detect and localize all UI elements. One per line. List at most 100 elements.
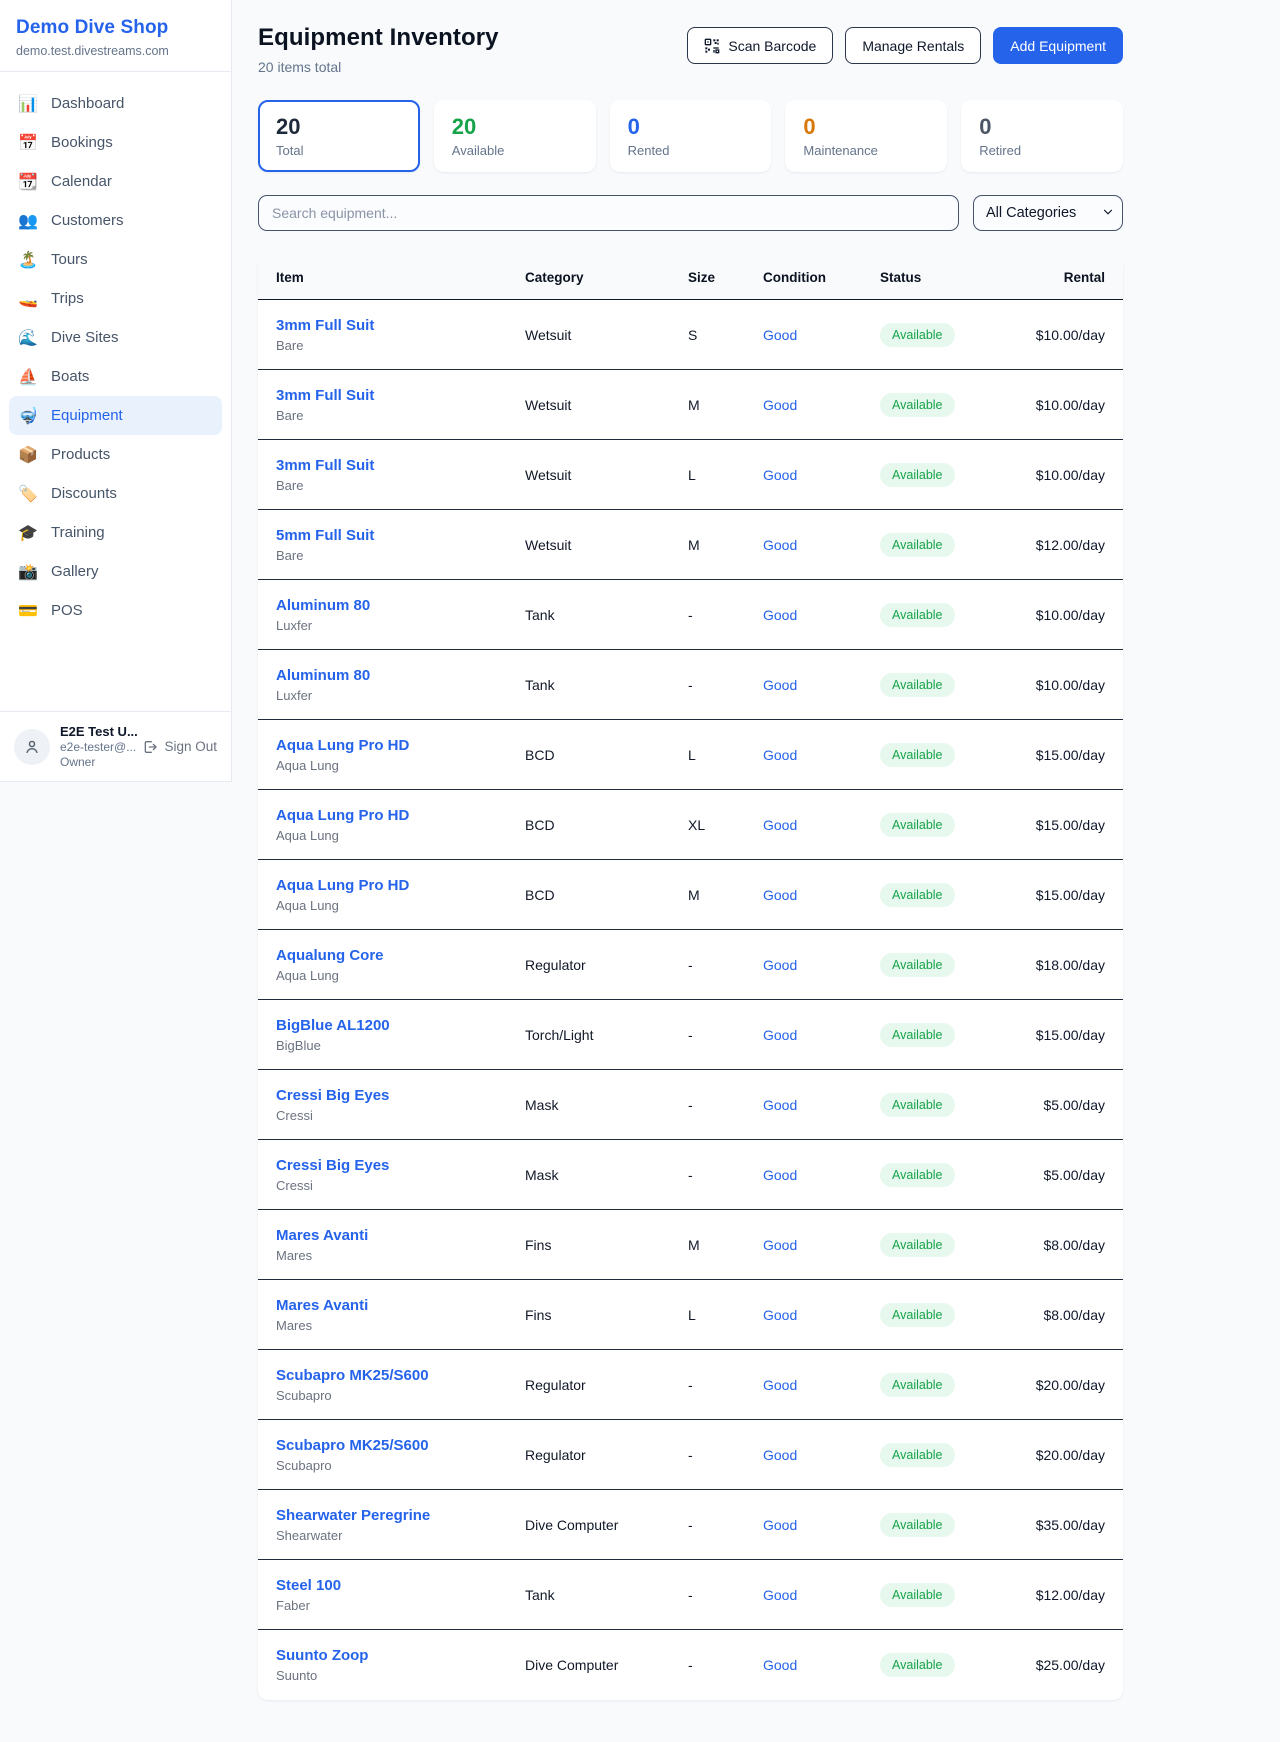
item-name-link[interactable]: Steel 100 [276, 1577, 525, 1594]
condition-link[interactable]: Good [763, 1517, 880, 1533]
stat-card-retired[interactable]: 0 Retired [961, 100, 1123, 172]
size-cell: - [688, 1167, 763, 1183]
sidebar-item-dashboard[interactable]: 📊 Dashboard [9, 84, 222, 123]
sidebar-item-bookings[interactable]: 📅 Bookings [9, 123, 222, 162]
stat-value: 20 [452, 114, 578, 140]
sidebar-item-tours[interactable]: 🏝️ Tours [9, 240, 222, 279]
item-name-link[interactable]: Cressi Big Eyes [276, 1087, 525, 1104]
column-header-size: Size [688, 270, 763, 285]
item-name-link[interactable]: Aluminum 80 [276, 667, 525, 684]
nav-label: Boats [51, 368, 89, 385]
condition-link[interactable]: Good [763, 1307, 880, 1323]
stat-value: 0 [803, 114, 929, 140]
sidebar-item-equipment[interactable]: 🤿 Equipment [9, 396, 222, 435]
size-cell: L [688, 1307, 763, 1323]
item-brand: Faber [276, 1598, 525, 1613]
nav-icon: 🏷️ [18, 484, 38, 504]
condition-link[interactable]: Good [763, 397, 880, 413]
sidebar-item-dive-sites[interactable]: 🌊 Dive Sites [9, 318, 222, 357]
condition-link[interactable]: Good [763, 817, 880, 833]
table-row: Shearwater Peregrine Shearwater Dive Com… [258, 1490, 1123, 1560]
add-equipment-label: Add Equipment [1010, 38, 1106, 54]
condition-link[interactable]: Good [763, 1237, 880, 1253]
sidebar-item-products[interactable]: 📦 Products [9, 435, 222, 474]
item-name-link[interactable]: Scubapro MK25/S600 [276, 1367, 525, 1384]
category-cell: BCD [525, 887, 688, 903]
condition-link[interactable]: Good [763, 677, 880, 693]
item-cell: Scubapro MK25/S600 Scubapro [276, 1367, 525, 1403]
sidebar-item-calendar[interactable]: 📆 Calendar [9, 162, 222, 201]
nav-label: Bookings [51, 134, 113, 151]
status-cell: Available [880, 1653, 1000, 1677]
brand-block: Demo Dive Shop demo.test.divestreams.com [0, 0, 231, 72]
item-name-link[interactable]: Aqua Lung Pro HD [276, 807, 525, 824]
table-row: 3mm Full Suit Bare Wetsuit S Good Availa… [258, 300, 1123, 370]
sidebar-item-training[interactable]: 🎓 Training [9, 513, 222, 552]
condition-link[interactable]: Good [763, 1447, 880, 1463]
item-name-link[interactable]: Aqualung Core [276, 947, 525, 964]
manage-rentals-button[interactable]: Manage Rentals [845, 27, 981, 64]
size-cell: - [688, 1027, 763, 1043]
item-name-link[interactable]: Mares Avanti [276, 1297, 525, 1314]
sidebar-item-gallery[interactable]: 📸 Gallery [9, 552, 222, 591]
add-equipment-button[interactable]: Add Equipment [993, 27, 1123, 64]
shop-domain: demo.test.divestreams.com [16, 44, 215, 58]
item-name-link[interactable]: Mares Avanti [276, 1227, 525, 1244]
item-cell: Steel 100 Faber [276, 1577, 525, 1613]
condition-link[interactable]: Good [763, 607, 880, 623]
stats-row: 20 Total 20 Available 0 Rented 0 Mainten… [258, 100, 1123, 172]
category-select[interactable]: All Categories [973, 195, 1123, 231]
stat-label: Rented [628, 143, 754, 158]
sidebar-item-trips[interactable]: 🚤 Trips [9, 279, 222, 318]
search-input[interactable] [258, 195, 959, 231]
table-row: Steel 100 Faber Tank - Good Available $1… [258, 1560, 1123, 1630]
sidebar-item-pos[interactable]: 💳 POS [9, 591, 222, 630]
table-row: BigBlue AL1200 BigBlue Torch/Light - Goo… [258, 1000, 1123, 1070]
stat-card-rented[interactable]: 0 Rented [610, 100, 772, 172]
sidebar-item-customers[interactable]: 👥 Customers [9, 201, 222, 240]
condition-link[interactable]: Good [763, 327, 880, 343]
condition-link[interactable]: Good [763, 1167, 880, 1183]
size-cell: - [688, 1517, 763, 1533]
item-name-link[interactable]: 3mm Full Suit [276, 317, 525, 334]
rental-cell: $25.00/day [1000, 1657, 1105, 1673]
item-brand: BigBlue [276, 1038, 525, 1053]
item-brand: Luxfer [276, 688, 525, 703]
condition-link[interactable]: Good [763, 747, 880, 763]
scan-barcode-button[interactable]: Scan Barcode [687, 27, 833, 64]
condition-link[interactable]: Good [763, 537, 880, 553]
manage-rentals-label: Manage Rentals [862, 38, 964, 54]
user-meta: E2E Test U... e2e-tester@... Owner [60, 724, 132, 769]
condition-link[interactable]: Good [763, 1377, 880, 1393]
rental-cell: $20.00/day [1000, 1447, 1105, 1463]
stat-card-total[interactable]: 20 Total [258, 100, 420, 172]
item-name-link[interactable]: Aluminum 80 [276, 597, 525, 614]
item-name-link[interactable]: Shearwater Peregrine [276, 1507, 525, 1524]
column-header-category: Category [525, 270, 688, 285]
item-cell: 3mm Full Suit Bare [276, 387, 525, 423]
item-name-link[interactable]: Cressi Big Eyes [276, 1157, 525, 1174]
status-badge: Available [880, 393, 955, 417]
stat-card-available[interactable]: 20 Available [434, 100, 596, 172]
stat-card-maintenance[interactable]: 0 Maintenance [785, 100, 947, 172]
item-name-link[interactable]: 3mm Full Suit [276, 457, 525, 474]
condition-link[interactable]: Good [763, 957, 880, 973]
condition-link[interactable]: Good [763, 1027, 880, 1043]
table-row: Aluminum 80 Luxfer Tank - Good Available… [258, 650, 1123, 720]
table-row: Suunto Zoop Suunto Dive Computer - Good … [258, 1630, 1123, 1700]
condition-link[interactable]: Good [763, 1657, 880, 1673]
item-name-link[interactable]: 3mm Full Suit [276, 387, 525, 404]
sign-out-button[interactable]: Sign Out [142, 739, 217, 755]
item-name-link[interactable]: Suunto Zoop [276, 1647, 525, 1664]
condition-link[interactable]: Good [763, 1097, 880, 1113]
sidebar-item-discounts[interactable]: 🏷️ Discounts [9, 474, 222, 513]
condition-link[interactable]: Good [763, 1587, 880, 1603]
item-name-link[interactable]: Aqua Lung Pro HD [276, 737, 525, 754]
item-name-link[interactable]: Scubapro MK25/S600 [276, 1437, 525, 1454]
item-name-link[interactable]: 5mm Full Suit [276, 527, 525, 544]
condition-link[interactable]: Good [763, 467, 880, 483]
item-name-link[interactable]: BigBlue AL1200 [276, 1017, 525, 1034]
sidebar-item-boats[interactable]: ⛵ Boats [9, 357, 222, 396]
condition-link[interactable]: Good [763, 887, 880, 903]
item-name-link[interactable]: Aqua Lung Pro HD [276, 877, 525, 894]
